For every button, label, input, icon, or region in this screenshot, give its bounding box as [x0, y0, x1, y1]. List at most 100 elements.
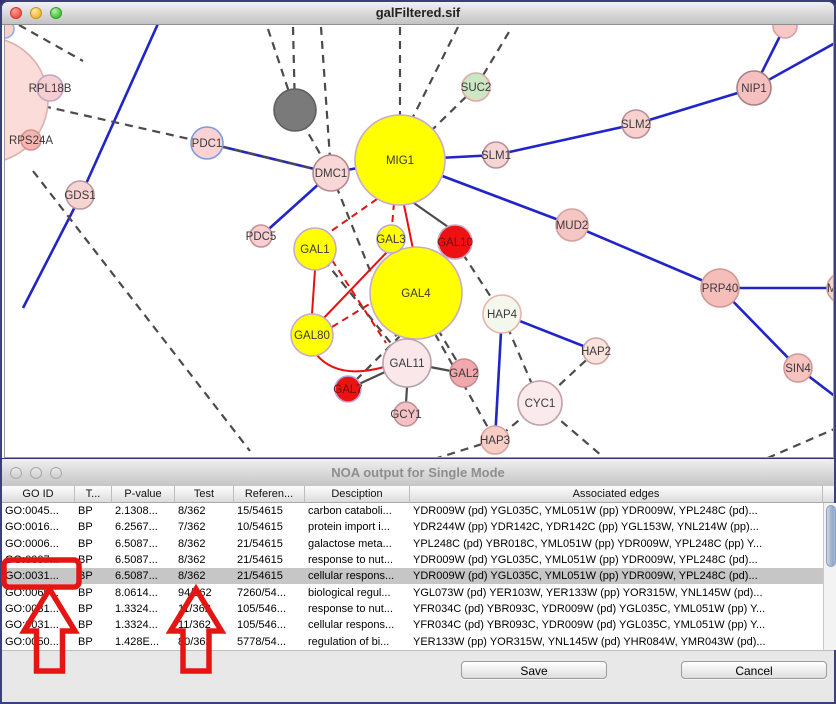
- table-row[interactable]: GO:0045...BP2.1308...8/36215/54615carbon…: [2, 503, 823, 519]
- cell-associated-edges: YFR034C (pd) YBR093C, YDR009W (pd) YGL03…: [410, 603, 823, 615]
- node-gcy1[interactable]: GCY1: [390, 402, 421, 426]
- network-edge[interactable]: [33, 171, 250, 451]
- table-row[interactable]: GO:0007...BP6.5087...8/36221/54615respon…: [2, 552, 823, 568]
- node-slm2[interactable]: SLM2: [621, 110, 651, 138]
- node-hap2[interactable]: HAP2: [581, 338, 611, 364]
- cell-test: 11/362: [175, 619, 234, 631]
- cell-p-value: 1.3324...: [112, 619, 175, 631]
- node-gal2[interactable]: GAL2: [449, 359, 478, 387]
- network-edge[interactable]: [332, 303, 371, 327]
- node-slm1[interactable]: SLM1: [481, 142, 511, 168]
- node-unlabeled[interactable]: [773, 25, 797, 38]
- node-gal1[interactable]: GAL1: [294, 228, 336, 270]
- node-hap4[interactable]: HAP4: [483, 295, 521, 333]
- cell-referen-: 21/54615: [234, 570, 305, 582]
- node-msl1[interactable]: MSL1: [827, 273, 834, 303]
- network-edge[interactable]: [636, 88, 754, 124]
- network-edge[interactable]: [411, 201, 451, 229]
- cell-desciption: response to nut...: [305, 603, 410, 615]
- node-cyc1[interactable]: CYC1: [518, 381, 562, 425]
- node-label: MSL1: [827, 283, 834, 295]
- node-gds1[interactable]: GDS1: [64, 181, 95, 209]
- table-row[interactable]: GO:0050...BP1.428E...80/3625778/54...reg…: [2, 633, 823, 649]
- cell-desciption: protein import i...: [305, 521, 410, 533]
- network-edge[interactable]: [406, 387, 407, 403]
- table-row[interactable]: GO:0065...BP8.0614...94/3627260/54...bio…: [2, 584, 823, 600]
- node-gal80[interactable]: GAL80: [291, 314, 333, 356]
- cell-desciption: response to nut...: [305, 554, 410, 566]
- cell-p-value: 6.2567...: [112, 521, 175, 533]
- column-header-associated-edges[interactable]: Associated edges: [410, 486, 823, 503]
- cell-p-value: 6.5087...: [112, 538, 175, 550]
- network-edge[interactable]: [81, 25, 161, 195]
- node-unlabeled[interactable]: [5, 25, 14, 38]
- column-header-t-[interactable]: T...: [75, 486, 112, 503]
- node-pdc5[interactable]: PDC5: [246, 225, 277, 247]
- node-gal10[interactable]: GAL10: [437, 225, 473, 259]
- cancel-button[interactable]: Cancel: [681, 661, 827, 679]
- node-nip1[interactable]: NIP1: [737, 71, 771, 105]
- node-sin4[interactable]: SIN4: [784, 354, 812, 382]
- table-row[interactable]: GO:0016...BP6.2567...7/36210/54615protei…: [2, 519, 823, 535]
- node-gal7[interactable]: GAL7: [333, 376, 362, 402]
- network-edge[interactable]: [327, 199, 377, 234]
- cell-referen-: 5778/54...: [234, 636, 305, 648]
- column-header-p-value[interactable]: P-value: [112, 486, 175, 503]
- node-label: NIP1: [741, 83, 767, 95]
- table-row[interactable]: GO:0006...BP6.5087...8/36221/54615galact…: [2, 536, 823, 552]
- results-table-body: GO:0045...BP2.1308...8/36215/54615carbon…: [2, 503, 823, 650]
- cell-t-: BP: [75, 505, 112, 517]
- node-unlabeled[interactable]: [274, 89, 316, 131]
- node-suc2[interactable]: SUC2: [461, 73, 492, 101]
- table-row[interactable]: GO:0031...BP1.3324...11/362105/546...cel…: [2, 617, 823, 633]
- column-header-desciption[interactable]: Desciption: [305, 486, 410, 503]
- cell-referen-: 21/54615: [234, 538, 305, 550]
- noa-output-window: NOA output for Single Mode GO IDT...P-va…: [0, 459, 836, 704]
- network-edge[interactable]: [359, 372, 385, 384]
- cell-go-id: GO:0007...: [2, 554, 75, 566]
- network-window: RPL18BRPS24AGDS1PDC1PDC5MIG1DMC1SUC2SLM1…: [0, 0, 836, 458]
- network-edge[interactable]: [430, 367, 451, 371]
- node-gal4[interactable]: GAL4: [370, 247, 462, 339]
- node-mud2[interactable]: MUD2: [556, 209, 589, 241]
- network-edge[interactable]: [572, 225, 720, 288]
- table-row[interactable]: GO:0031...BP1.3324...11/362105/546...res…: [2, 601, 823, 617]
- network-canvas[interactable]: RPL18BRPS24AGDS1PDC1PDC5MIG1DMC1SUC2SLM1…: [4, 24, 834, 458]
- column-header-referen-[interactable]: Referen...: [234, 486, 305, 503]
- cell-referen-: 15/54615: [234, 505, 305, 517]
- node-pdc1[interactable]: PDC1: [191, 127, 223, 159]
- node-mig1[interactable]: MIG1: [355, 115, 445, 205]
- cell-t-: BP: [75, 538, 112, 550]
- window-title: NOA output for Single Mode: [2, 465, 834, 480]
- node-label: SLM2: [621, 119, 651, 131]
- network-edge[interactable]: [392, 203, 394, 226]
- column-header-test[interactable]: Test: [175, 486, 234, 503]
- node-dmc1[interactable]: DMC1: [313, 155, 349, 191]
- node-label: GAL80: [294, 330, 330, 342]
- network-edge[interactable]: [496, 124, 636, 155]
- node-label: GCY1: [390, 409, 421, 421]
- network-edge[interactable]: [763, 427, 834, 458]
- network-edge[interactable]: [410, 27, 458, 123]
- save-button[interactable]: Save: [461, 661, 607, 679]
- network-edge[interactable]: [312, 270, 315, 314]
- column-header-go-id[interactable]: GO ID: [2, 486, 75, 503]
- scrollbar-thumb[interactable]: [826, 505, 836, 567]
- node-prp40[interactable]: PRP40: [701, 269, 739, 307]
- table-row[interactable]: GO:0031...BP6.5087...8/36221/54615cellul…: [2, 568, 823, 584]
- node-gal11[interactable]: GAL11: [383, 339, 431, 387]
- cell-t-: BP: [75, 603, 112, 615]
- network-edge[interactable]: [316, 354, 384, 371]
- node-label: SUC2: [461, 82, 492, 94]
- node-label: GAL2: [449, 368, 478, 380]
- cell-desciption: regulation of bi...: [305, 636, 410, 648]
- cell-go-id: GO:0050...: [2, 636, 75, 648]
- vertical-scrollbar[interactable]: [823, 503, 836, 650]
- cell-go-id: GO:0065...: [2, 587, 75, 599]
- network-edge[interactable]: [43, 106, 207, 143]
- network-edge[interactable]: [23, 195, 81, 308]
- node-label: SIN4: [785, 363, 811, 375]
- node-gal3[interactable]: GAL3: [376, 225, 405, 253]
- node-hap3[interactable]: HAP3: [480, 426, 510, 454]
- network-edge[interactable]: [321, 27, 331, 173]
